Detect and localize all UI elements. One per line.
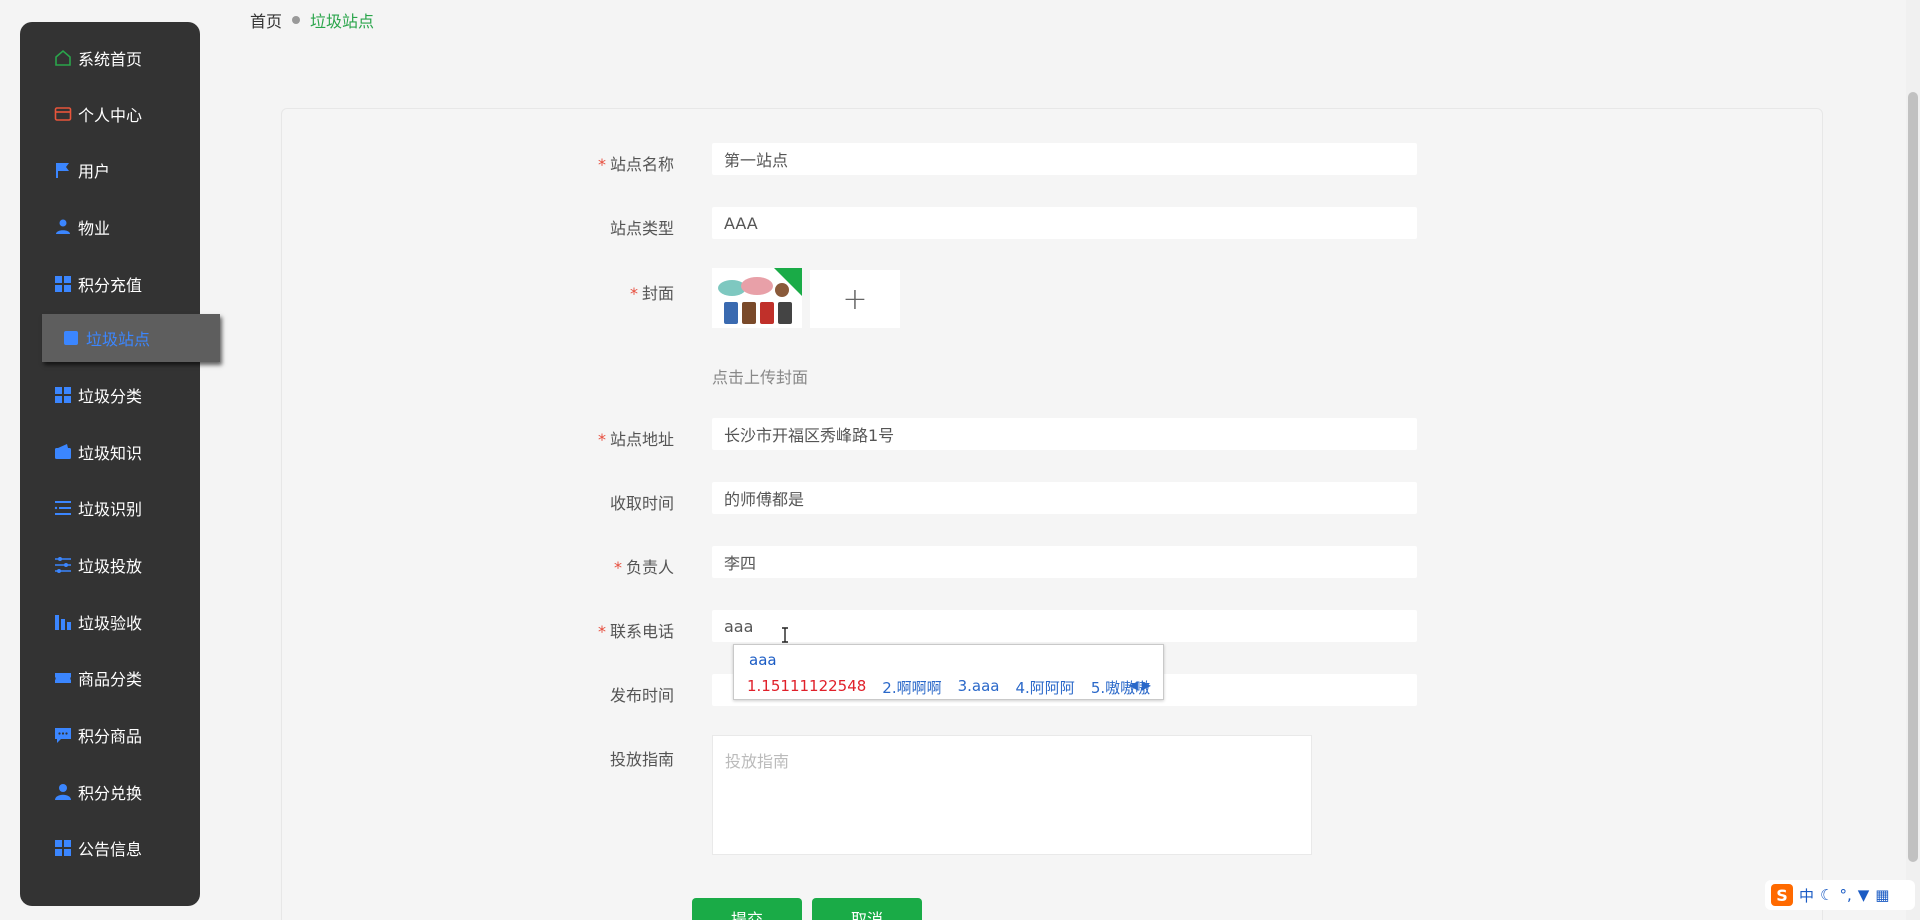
- address-input[interactable]: 长沙市开福区秀峰路1号: [712, 418, 1417, 450]
- grid-icon: [54, 839, 72, 857]
- sidebar-item-8[interactable]: 垃圾识别: [20, 488, 200, 528]
- ime-candidate[interactable]: 4.阿阿阿: [1016, 677, 1075, 698]
- sidebar-item-label: 垃圾投放: [78, 557, 143, 576]
- sidebar-item-label: 垃圾分类: [78, 387, 143, 406]
- breadcrumb: 首页 垃圾站点: [250, 8, 374, 32]
- sidebar-item-label: 垃圾验收: [78, 614, 143, 633]
- sidebar-item-11[interactable]: 商品分类: [20, 658, 200, 698]
- wallet-icon: [54, 443, 72, 461]
- station-type-label: 站点类型: [609, 219, 674, 238]
- manager-input[interactable]: 李四: [712, 546, 1417, 578]
- scrollbar-thumb[interactable]: [1908, 92, 1918, 862]
- sidebar-item-7[interactable]: 垃圾知识: [20, 432, 200, 472]
- ime-status-bar[interactable]: S 中 ☾ °, ▼ ▦: [1765, 880, 1915, 910]
- text-cursor-icon: [782, 627, 788, 643]
- ime-mode-indicator[interactable]: 中: [1799, 885, 1814, 906]
- collect-time-label: 收取时间: [609, 494, 674, 513]
- sidebar-item-label: 垃圾识别: [78, 500, 143, 519]
- sidebar-item-label: 积分充值: [78, 276, 143, 295]
- sidebar-item-2[interactable]: 用户: [20, 150, 200, 190]
- station-type-input[interactable]: AAA: [712, 207, 1417, 239]
- phone-label: * 联系电话: [597, 622, 674, 641]
- cancel-button[interactable]: 取消: [812, 898, 922, 920]
- ime-logo-icon[interactable]: S: [1771, 884, 1793, 906]
- cover-upload-hint: 点击上传封面: [712, 368, 809, 387]
- user-icon: [54, 783, 72, 801]
- station-name-input[interactable]: 第一站点: [712, 143, 1417, 175]
- sliders-icon: [54, 556, 72, 574]
- guide-label: 投放指南: [609, 750, 674, 769]
- ime-candidate-popup: aaa 1.15111122548 2.啊啊啊 3.aaa 4.阿阿阿 5.嗷嗷嗷 ◀ …: [733, 644, 1164, 700]
- sidebar-item-label: 系统首页: [78, 50, 143, 69]
- sidebar-item-9[interactable]: 垃圾投放: [20, 545, 200, 585]
- moon-icon[interactable]: ☾: [1820, 886, 1833, 904]
- sidebar-item-label: 垃圾知识: [78, 444, 143, 463]
- sidebar-item-label: 个人中心: [78, 106, 143, 125]
- sidebar-item-label: 积分商品: [78, 727, 143, 746]
- sidebar-item-label: 积分兑换: [78, 784, 143, 803]
- home-icon: [54, 49, 72, 67]
- sidebar-item-0[interactable]: 系统首页: [20, 38, 200, 78]
- square-icon: [62, 329, 80, 347]
- sidebar-item-10[interactable]: 垃圾验收: [20, 602, 200, 642]
- card-icon: [54, 105, 72, 123]
- sidebar-item-5[interactable]: 垃圾站点: [42, 314, 220, 362]
- punctuation-icon[interactable]: °,: [1839, 886, 1851, 904]
- ime-candidate[interactable]: 2.啊啊啊: [882, 677, 941, 698]
- sidebar-item-12[interactable]: 积分商品: [20, 715, 200, 755]
- sidebar-item-4[interactable]: 积分充值: [20, 264, 200, 304]
- page-scrollbar[interactable]: [1906, 0, 1920, 920]
- grid-icon: [54, 386, 72, 404]
- shirt-icon[interactable]: ▼: [1858, 886, 1870, 904]
- ime-page-arrows-icon[interactable]: ◀ ▶: [1129, 678, 1151, 692]
- sidebar-item-label: 垃圾站点: [86, 330, 151, 349]
- chat-icon: [54, 726, 72, 744]
- person-icon: [54, 218, 72, 236]
- collect-time-input[interactable]: 的师傅都是: [712, 482, 1417, 514]
- breadcrumb-home[interactable]: 首页: [250, 8, 282, 32]
- sidebar-item-1[interactable]: 个人中心: [20, 94, 200, 134]
- sidebar-item-label: 商品分类: [78, 670, 143, 689]
- chart-icon: [54, 613, 72, 631]
- phone-input[interactable]: aaa: [712, 610, 1417, 642]
- grid-icon[interactable]: ▦: [1875, 886, 1889, 904]
- ticket-icon: [54, 669, 72, 687]
- ime-candidate-list: 1.15111122548 2.啊啊啊 3.aaa 4.阿阿阿 5.嗷嗷嗷: [747, 677, 1150, 698]
- sidebar-item-label: 物业: [78, 219, 111, 238]
- grid-icon: [54, 275, 72, 293]
- publish-time-label: 发布时间: [609, 686, 674, 705]
- ime-candidate[interactable]: 3.aaa: [958, 677, 1000, 698]
- flag-icon: [54, 161, 72, 179]
- cover-thumbnail-image[interactable]: [712, 268, 802, 328]
- sidebar-item-14[interactable]: 公告信息: [20, 828, 200, 868]
- ime-composition-text: aaa: [749, 651, 777, 669]
- manager-label: * 负责人: [613, 558, 674, 577]
- station-name-label: * 站点名称: [597, 155, 674, 174]
- sidebar-item-6[interactable]: 垃圾分类: [20, 375, 200, 415]
- cover-upload-button[interactable]: +: [810, 270, 900, 328]
- list-icon: [54, 499, 72, 517]
- sidebar: 系统首页个人中心用户物业积分充值垃圾站点垃圾分类垃圾知识垃圾识别垃圾投放垃圾验收…: [20, 22, 220, 906]
- sidebar-item-13[interactable]: 积分兑换: [20, 772, 200, 812]
- sidebar-item-label: 用户: [78, 162, 111, 181]
- ime-candidate[interactable]: 1.15111122548: [747, 677, 866, 698]
- submit-button[interactable]: 提交: [692, 898, 802, 920]
- cover-label: * 封面: [629, 284, 674, 303]
- breadcrumb-separator: [292, 16, 301, 24]
- guide-textarea[interactable]: 投放指南: [712, 735, 1312, 855]
- sidebar-item-3[interactable]: 物业: [20, 207, 200, 247]
- address-label: * 站点地址: [597, 430, 674, 449]
- sidebar-item-label: 公告信息: [78, 840, 143, 859]
- breadcrumb-current: 垃圾站点: [310, 12, 375, 31]
